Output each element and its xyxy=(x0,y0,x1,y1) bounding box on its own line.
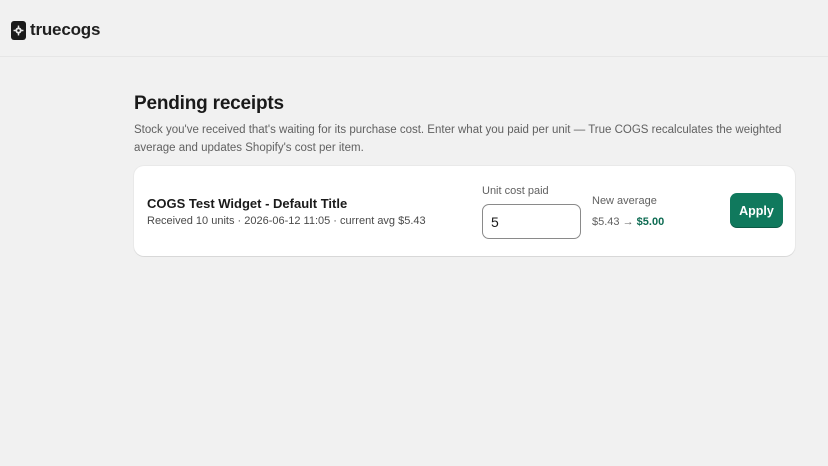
arrow-right-icon: → xyxy=(622,216,634,228)
new-average: $5.00 xyxy=(636,216,665,228)
app-name: truecogs xyxy=(30,20,101,39)
brand[interactable]: truecogs xyxy=(11,20,100,40)
gear-logo-icon xyxy=(11,20,26,40)
unit-cost-input[interactable] xyxy=(482,204,581,239)
top-bar: truecogs xyxy=(0,0,828,57)
receipt-meta: Received 10 units · 2026-06-12 11:05 · c… xyxy=(147,215,426,227)
unit-cost-label: Unit cost paid xyxy=(482,185,549,197)
page-title: Pending receipts xyxy=(134,93,284,114)
apply-button[interactable]: Apply xyxy=(730,193,783,228)
receipt-card: COGS Test Widget - Default Title Receive… xyxy=(134,166,795,256)
average-change: $5.43 → $5.00 xyxy=(592,216,664,228)
new-average-label: New average xyxy=(592,195,657,207)
old-average: $5.43 xyxy=(592,216,620,228)
product-title: COGS Test Widget - Default Title xyxy=(147,196,348,211)
page-description: Stock you've received that's waiting for… xyxy=(134,124,782,154)
